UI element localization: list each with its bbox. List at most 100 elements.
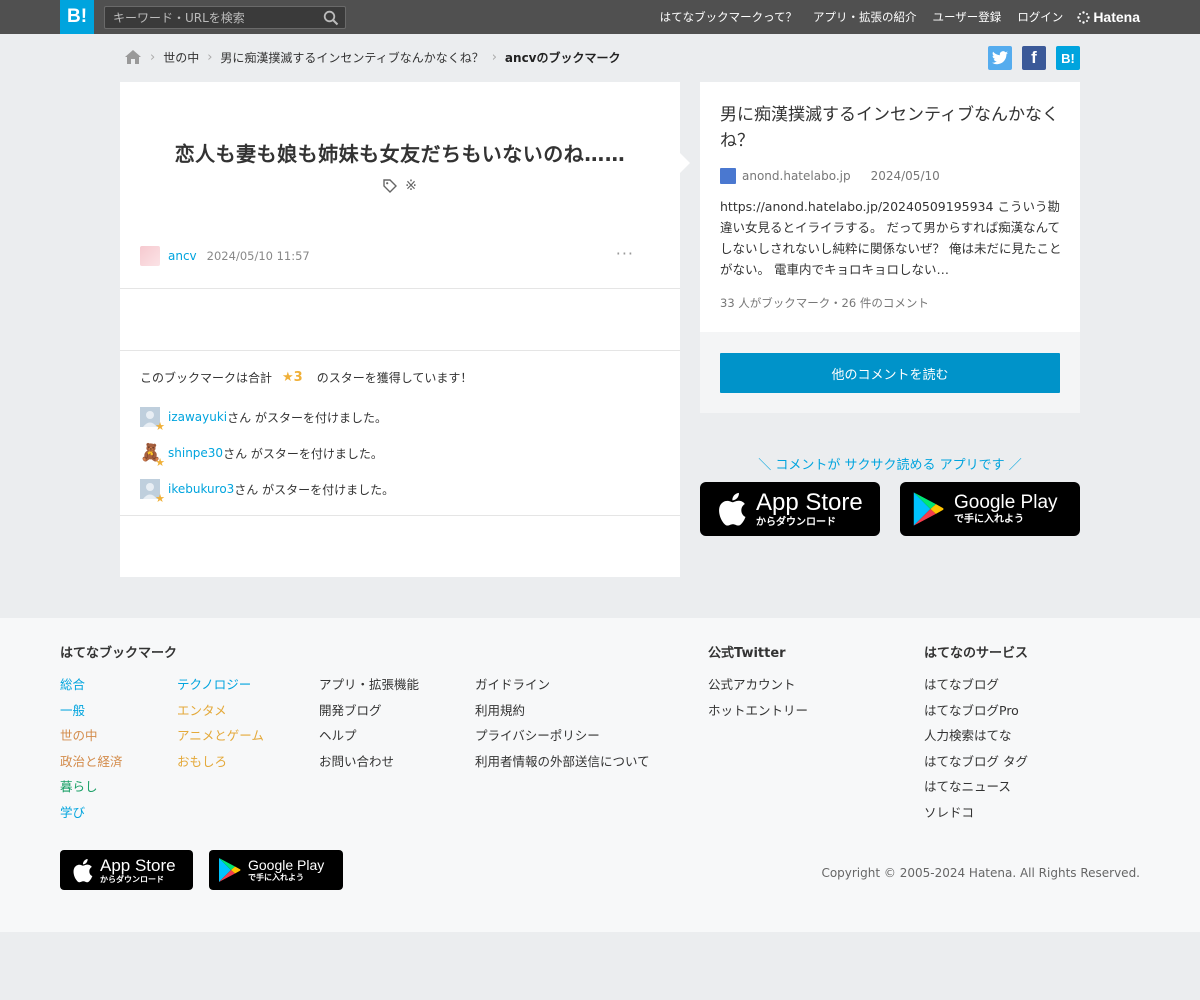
site-favicon-icon bbox=[720, 168, 736, 184]
nav-register-link[interactable]: ユーザー登録 bbox=[933, 9, 1002, 25]
apple-icon bbox=[73, 858, 93, 882]
footer-link[interactable]: ガイドライン bbox=[475, 674, 650, 700]
footer-category-link[interactable]: 世の中 bbox=[60, 725, 123, 751]
app-store-sublabel: からダウンロード bbox=[756, 516, 836, 528]
footer-link[interactable]: お問い合わせ bbox=[319, 751, 419, 777]
entry-count-link[interactable]: 33 人がブックマーク・26 件のコメント bbox=[720, 295, 929, 311]
star-icon: ★ bbox=[155, 420, 165, 433]
facebook-share-button[interactable]: f bbox=[1022, 46, 1046, 70]
breadcrumb-current: ancvのブックマーク bbox=[504, 50, 621, 65]
footer-link[interactable]: 人力検索はてな bbox=[924, 725, 1028, 751]
footer-twitter-col: 公式Twitter 公式アカウント ホットエントリー bbox=[708, 642, 808, 725]
chevron-right-icon: › bbox=[207, 49, 213, 65]
google-play-label: Google Play bbox=[248, 857, 325, 873]
search-icon[interactable] bbox=[323, 10, 339, 26]
footer-link[interactable]: はてなニュース bbox=[924, 776, 1028, 802]
footer-link[interactable]: 開発ブログ bbox=[319, 700, 419, 726]
entry-card: 男に痴漢撲滅するインセンティブなんかなくね？ anond.hatelabo.jp… bbox=[700, 82, 1080, 332]
footer-link[interactable]: プライバシーポリシー bbox=[475, 725, 650, 751]
footer-link[interactable]: アプリ・拡張機能 bbox=[319, 674, 419, 700]
footer-category-link[interactable]: テクノロジー bbox=[177, 674, 264, 700]
twitter-bird-icon bbox=[992, 51, 1008, 65]
bookmark-date[interactable]: 2024/05/10 11:57 bbox=[207, 249, 310, 263]
footer-categories-col2: テクノロジー エンタメ アニメとゲーム おもしろ bbox=[177, 674, 264, 776]
avatar[interactable] bbox=[140, 246, 160, 266]
divider bbox=[120, 350, 680, 351]
nav-apps-link[interactable]: アプリ・拡張の紹介 bbox=[813, 9, 917, 25]
footer-link[interactable]: ソレドコ bbox=[924, 802, 1028, 828]
footer-services-col: はてなのサービス はてなブログ はてなブログPro 人力検索はてな はてなブログ… bbox=[924, 642, 1028, 827]
nav-login-link[interactable]: ログイン bbox=[1017, 9, 1063, 25]
breadcrumb-entry-link[interactable]: 男に痴漢撲滅するインセンティブなんかなくね？ bbox=[220, 49, 483, 66]
search-input[interactable] bbox=[113, 9, 318, 26]
footer-link[interactable]: はてなブログ タグ bbox=[924, 751, 1028, 777]
footer: はてなブックマーク 総合 一般 世の中 政治と経済 暮らし 学び テクノロジー … bbox=[0, 618, 1200, 932]
footer-services-heading: はてなのサービス bbox=[924, 646, 1029, 661]
nav-about-link[interactable]: はてなブックマークって？ bbox=[660, 9, 797, 25]
entry-title-link[interactable]: 男に痴漢撲滅するインセンティブなんかなくね？ bbox=[720, 102, 1065, 154]
footer-link[interactable]: ホットエントリー bbox=[708, 700, 808, 726]
more-options-icon[interactable]: ··· bbox=[616, 244, 634, 263]
footer-app-store-button[interactable]: App Store からダウンロード bbox=[60, 850, 193, 890]
footer-bookmark-heading: はてなブックマーク bbox=[60, 646, 178, 661]
star-text: さん がスターを付けました。 bbox=[234, 482, 395, 497]
entry-date: 2024/05/10 bbox=[870, 169, 940, 183]
footer-category-link[interactable]: 学び bbox=[60, 802, 123, 828]
avatar[interactable]: ★ bbox=[140, 479, 165, 505]
app-store-button[interactable]: App Store からダウンロード bbox=[700, 482, 880, 536]
footer-twitter-heading: 公式Twitter bbox=[708, 646, 786, 661]
hatena-logo-text: Hatena bbox=[1093, 9, 1140, 25]
google-play-button[interactable]: Google Play で手に入れよう bbox=[900, 482, 1080, 536]
star-user-link[interactable]: ikebukuro3 bbox=[168, 482, 234, 496]
star-user-link[interactable]: shinpe30 bbox=[168, 446, 223, 460]
top-bar: B! はてなブックマークって？ アプリ・拡張の紹介 ユーザー登録 ログイン Ha… bbox=[0, 0, 1200, 34]
hatena-bookmark-logo[interactable]: B! bbox=[60, 0, 94, 34]
footer-link[interactable]: 公式アカウント bbox=[708, 674, 808, 700]
star-icon: ★ bbox=[155, 492, 165, 505]
footer-link[interactable]: はてなブログ bbox=[924, 674, 1028, 700]
footer-link[interactable]: 利用規約 bbox=[475, 700, 650, 726]
stars-summary-suffix: のスターを獲得しています！ bbox=[316, 371, 473, 385]
breadcrumb-category-link[interactable]: 世の中 bbox=[163, 49, 199, 66]
app-store-label: App Store bbox=[100, 855, 176, 875]
google-play-icon bbox=[219, 858, 241, 882]
bookmark-card: 恋人も妻も娘も姉妹も女友だちもいないのね…… ※ ancv 2024/05/10… bbox=[120, 82, 680, 577]
footer-category-link[interactable]: 一般 bbox=[60, 700, 123, 726]
tag-link[interactable]: ※ bbox=[405, 178, 417, 194]
footer-category-link[interactable]: 総合 bbox=[60, 674, 123, 700]
star-user-link[interactable]: izawayuki bbox=[168, 410, 227, 424]
footer-category-link[interactable]: 政治と経済 bbox=[60, 751, 123, 777]
user-name-link[interactable]: ancv bbox=[168, 249, 197, 263]
app-store-sublabel: からダウンロード bbox=[100, 874, 164, 884]
top-nav: はてなブックマークって？ アプリ・拡張の紹介 ユーザー登録 ログイン Haten… bbox=[644, 0, 1140, 34]
divider bbox=[120, 288, 680, 289]
footer-google-play-button[interactable]: Google Play で手に入れよう bbox=[209, 850, 343, 890]
card-pointer bbox=[680, 153, 690, 173]
home-icon[interactable] bbox=[124, 49, 142, 65]
hatena-share-button[interactable]: B! bbox=[1056, 46, 1080, 70]
star-icon: ★ bbox=[155, 456, 165, 469]
footer-link[interactable]: 利用者情報の外部送信について bbox=[475, 751, 650, 777]
star-text: さん がスターを付けました。 bbox=[227, 410, 387, 425]
twitter-share-button[interactable] bbox=[988, 46, 1012, 70]
hatena-logo[interactable]: Hatena bbox=[1077, 9, 1140, 25]
copyright: Copyright © 2005-2024 Hatena. All Rights… bbox=[821, 866, 1140, 880]
read-more-button[interactable]: 他のコメントを読む bbox=[720, 353, 1060, 393]
star-list-item: ★ izawayuki さん がスターを付けました。 bbox=[140, 406, 387, 433]
footer-link[interactable]: ヘルプ bbox=[319, 725, 419, 751]
footer-category-link[interactable]: おもしろ bbox=[177, 751, 264, 777]
bookmark-tags: ※ bbox=[120, 178, 680, 194]
google-play-icon bbox=[913, 492, 944, 526]
entry-domain-link[interactable]: anond.hatelabo.jp bbox=[742, 169, 851, 183]
footer-category-link[interactable]: エンタメ bbox=[177, 700, 264, 726]
footer-links-col3: アプリ・拡張機能 開発ブログ ヘルプ お問い合わせ bbox=[319, 674, 419, 776]
avatar[interactable]: 🧸 ★ bbox=[140, 443, 165, 469]
entry-meta: anond.hatelabo.jp 2024/05/10 bbox=[720, 168, 940, 184]
stars-summary: このブックマークは合計 ★3 のスターを獲得しています！ bbox=[140, 369, 472, 386]
breadcrumb: › 世の中 › 男に痴漢撲滅するインセンティブなんかなくね？ › ancvのブッ… bbox=[124, 47, 621, 67]
footer-category-link[interactable]: アニメとゲーム bbox=[177, 725, 264, 751]
avatar[interactable]: ★ bbox=[140, 407, 165, 433]
footer-category-link[interactable]: 暮らし bbox=[60, 776, 123, 802]
apple-icon bbox=[719, 492, 746, 526]
footer-link[interactable]: はてなブログPro bbox=[924, 700, 1028, 726]
